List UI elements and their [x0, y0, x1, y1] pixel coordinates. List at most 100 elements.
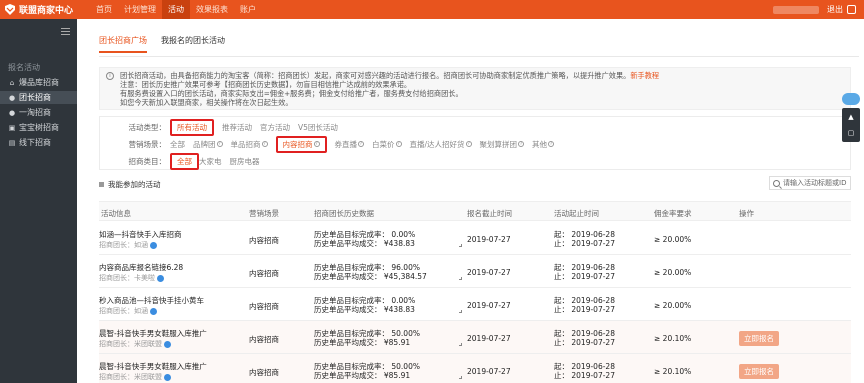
activity-period: 起： 2019-06-28 止： 2019-07-27 — [554, 230, 615, 248]
activity-scene: 内容招商 — [249, 302, 279, 311]
nav-activity[interactable]: 活动 — [162, 0, 190, 19]
activity-name[interactable]: 如涵—抖音快手入库招商 — [99, 229, 182, 240]
filter-label: 活动类型： — [128, 122, 167, 132]
signup-button[interactable]: 立即报名 — [739, 331, 779, 346]
filter-option-all-activities[interactable]: 所有活动 — [170, 118, 214, 136]
brand-name: 联盟商家中心 — [19, 6, 74, 16]
signup-button[interactable]: 立即报名 — [739, 364, 779, 379]
activity-name[interactable]: 晨智-抖音快手男女鞋服入库推广 — [99, 328, 207, 339]
filter-option-single[interactable]: 单品招商? — [231, 139, 268, 150]
sidebar-item-hot-goods[interactable]: ⌂ 爆品库招商 — [0, 76, 77, 89]
col-period: 活动起止时间 — [554, 209, 599, 218]
activity-deadline: 2019-07-27 — [467, 334, 511, 343]
filter-option-all-category[interactable]: 全部 — [170, 152, 199, 170]
filter-option-live-talent[interactable]: 直播/达人招好货? — [410, 139, 472, 150]
search-icon — [773, 179, 780, 187]
expand-corner-icon — [459, 277, 462, 280]
brand-logo[interactable]: 联盟商家中心 — [4, 3, 73, 16]
table-row[interactable]: 晨智-抖音快手男女鞋服入库推广 招商团长：米团联盟 内容招商 历史单品目标完成率… — [99, 321, 851, 354]
nav-report[interactable]: 效果报表 — [190, 0, 234, 19]
filter-option-all[interactable]: 全部 — [170, 139, 185, 150]
filter-option-v5[interactable]: V5团长活动 — [298, 122, 338, 133]
help-icon: ? — [548, 141, 555, 147]
nav-home[interactable]: 首页 — [90, 0, 118, 19]
logout-link[interactable]: 退出 — [827, 4, 843, 15]
help-icon: ? — [465, 141, 472, 147]
verified-icon — [150, 307, 157, 315]
table-row[interactable]: 如涵—抖音快手入库招商 招商团长：如涵 内容招商 历史单品目标完成率： 0.00… — [99, 222, 851, 255]
activity-history: 历史单品目标完成率： 0.00% 历史单品平均成交： ¥438.83 — [314, 296, 416, 314]
filter-option-brand[interactable]: 品牌团? — [193, 139, 223, 150]
sidebar-item-offline[interactable]: ▤ 线下招商 — [0, 136, 77, 149]
sidebar: 报名活动 ⌂ 爆品库招商 ● 团长招商 ● 一淘招商 ▣ 宝宝树招商 ▤ 线下招… — [0, 19, 77, 383]
chat-icon[interactable]: ▢ — [847, 129, 855, 137]
activity-scene: 内容招商 — [249, 368, 279, 377]
person-icon: ● — [8, 93, 16, 102]
info-icon: i — [106, 72, 114, 80]
activity-scene: 内容招商 — [249, 335, 279, 344]
help-icon: ? — [261, 141, 268, 147]
tutorial-link[interactable]: 新手教程 — [630, 71, 659, 80]
filter-option-kitchen[interactable]: 厨房电器 — [230, 156, 260, 167]
filter-row-scene: 营销场景： 全部 品牌团? 单品招商? 内容招商? 券直播? 白菜价? 直播/达… — [100, 135, 562, 153]
activity-history: 历史单品目标完成率： 0.00% 历史单品平均成交： ¥438.83 — [314, 230, 416, 248]
col-commission: 佣金率要求 — [654, 209, 692, 218]
activity-period: 起： 2019-06-28 止： 2019-07-27 — [554, 296, 615, 314]
sidebar-item-leader[interactable]: ● 团长招商 — [0, 91, 77, 104]
activity-name[interactable]: 内容商品库报名链接6.28 — [99, 262, 183, 273]
nav-account[interactable]: 账户 — [234, 0, 262, 19]
filter-option-cheap[interactable]: 白菜价? — [372, 139, 402, 150]
help-icon: ? — [395, 141, 402, 147]
tab-my-signups[interactable]: 我报名的团长活动 — [161, 35, 225, 53]
filter-option-appliances[interactable]: 大家电 — [199, 156, 222, 167]
menu-toggle-icon[interactable] — [61, 28, 70, 35]
top-bar: 联盟商家中心 首页 计划管理 活动 效果报表 账户 退出 — [0, 0, 864, 19]
col-scene: 营销场景 — [249, 209, 279, 218]
cloud-icon[interactable] — [842, 93, 860, 105]
filter-option-other[interactable]: 其他? — [532, 139, 555, 150]
filter-option-official[interactable]: 官方活动 — [260, 122, 290, 133]
activity-period: 起： 2019-06-28 止： 2019-07-27 — [554, 329, 615, 347]
activity-leader: 招商团长：卡美啦 — [99, 273, 164, 283]
sidebar-list: ⌂ 爆品库招商 ● 团长招商 ● 一淘招商 ▣ 宝宝树招商 ▤ 线下招商 — [0, 76, 77, 151]
expand-corner-icon — [459, 343, 462, 346]
activity-deadline: 2019-07-27 — [467, 235, 511, 244]
sidebar-item-babytree[interactable]: ▣ 宝宝树招商 — [0, 121, 77, 134]
activity-deadline: 2019-07-27 — [467, 367, 511, 376]
sidebar-item-label: 一淘招商 — [19, 108, 51, 117]
filter-panel: 活动类型： 所有活动 推荐活动 官方活动 V5团长活动 营销场景： 全部 品牌团… — [99, 116, 851, 170]
expand-corner-icon — [459, 310, 462, 313]
top-nav: 首页 计划管理 活动 效果报表 账户 — [90, 0, 262, 19]
table-row[interactable]: 秒入商品池—抖音快手挂小黄车 招商团长：如涵 内容招商 历史单品目标完成率： 0… — [99, 288, 851, 321]
top-right: 退出 — [773, 0, 856, 19]
table-row[interactable]: 晨智-抖音快手男女鞋服入库推广 招商团长：米团联盟 内容招商 历史单品目标完成率… — [99, 354, 851, 383]
sidebar-section-title: 报名活动 — [8, 63, 40, 72]
tab-leader-square[interactable]: 团长招商广场 — [99, 35, 147, 53]
nav-plan[interactable]: 计划管理 — [118, 0, 162, 19]
table-row[interactable]: 内容商品库报名链接6.28 招商团长：卡美啦 内容招商 历史单品目标完成率： 9… — [99, 255, 851, 288]
activity-leader: 招商团长：如涵 — [99, 306, 157, 316]
sidebar-item-label: 宝宝树招商 — [19, 123, 59, 132]
logout-icon[interactable] — [847, 5, 856, 14]
filter-option-content[interactable]: 内容招商? — [275, 135, 327, 153]
activity-name[interactable]: 晨智-抖音快手男女鞋服入库推广 — [99, 361, 207, 372]
verified-icon — [157, 274, 164, 282]
activity-commission: ≥ 20.00% — [654, 301, 692, 310]
verified-icon — [164, 340, 171, 348]
sidebar-item-etao[interactable]: ● 一淘招商 — [0, 106, 77, 119]
shop-icon: ▤ — [8, 138, 16, 147]
activity-history: 历史单品目标完成率： 50.00% 历史单品平均成交： ¥85.91 — [314, 329, 420, 347]
filter-option-live-coupon[interactable]: 券直播? — [335, 139, 364, 150]
search-input[interactable]: 请输入活动标题或ID — [769, 176, 851, 190]
filter-option-recommended[interactable]: 推荐活动 — [222, 122, 252, 133]
expand-corner-icon — [459, 244, 462, 247]
activity-name[interactable]: 秒入商品池—抖音快手挂小黄车 — [99, 295, 204, 306]
filter-option-juhuasuan[interactable]: 聚划算拼团? — [480, 139, 525, 150]
notice-line-1: 团长招商活动，由具备招商能力的淘宝客（简称：招商团长）发起，商家可对感兴趣的活动… — [120, 71, 631, 80]
help-icon: ? — [313, 141, 320, 147]
bell-icon[interactable]: ▲ — [847, 113, 855, 121]
help-icon: ? — [518, 141, 525, 147]
list-section-header: 我能参加的活动 — [99, 179, 161, 190]
float-toolbar: ▲ ▢ — [842, 108, 860, 142]
search-placeholder: 请输入活动标题或ID — [783, 179, 847, 187]
